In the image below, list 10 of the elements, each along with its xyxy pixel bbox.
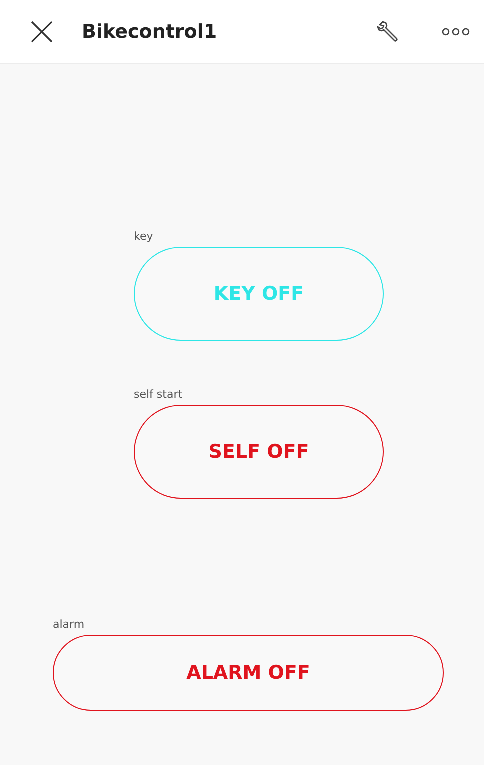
window-title: Bikecontrol1 — [82, 20, 218, 42]
widget-label: self start — [134, 388, 183, 401]
close-button[interactable] — [30, 20, 54, 44]
toggle-button[interactable]: ALARM OFF — [53, 635, 444, 711]
widget-label: alarm — [53, 618, 85, 631]
more-icon — [442, 28, 470, 36]
widget-label: key — [134, 230, 154, 243]
close-icon — [30, 20, 54, 44]
more-button[interactable] — [442, 28, 470, 36]
toggle-button[interactable]: SELF OFF — [134, 405, 384, 499]
